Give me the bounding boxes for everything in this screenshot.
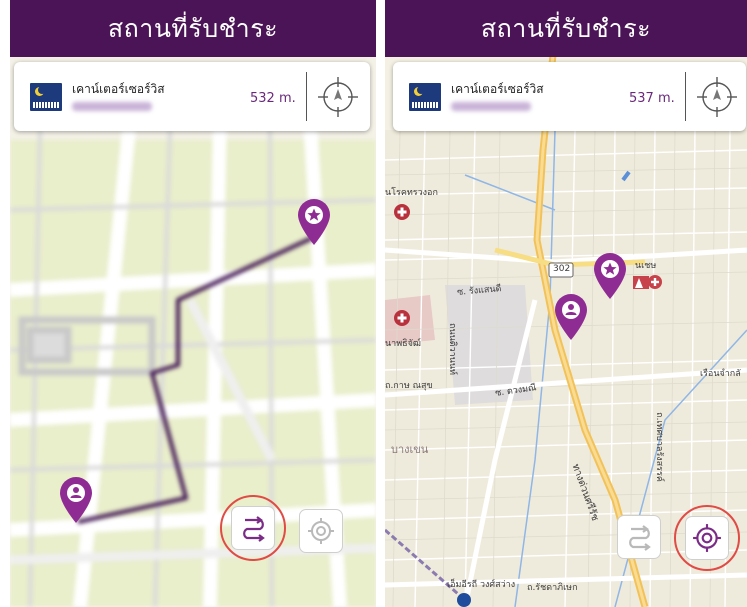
- service-distance: 537 m.: [629, 91, 675, 106]
- locate-me-button[interactable]: [685, 516, 729, 560]
- service-card[interactable]: เคาน์เตอร์เซอร์วิส 537 m.: [393, 62, 746, 131]
- compass-icon[interactable]: [317, 76, 359, 118]
- map-label-village: เอ็มอีรถี วงศ์สว่าง: [447, 580, 516, 590]
- card-divider: [685, 72, 686, 121]
- user-location-pin[interactable]: [553, 293, 589, 341]
- counter-service-logo: [409, 83, 441, 111]
- route-button[interactable]: [231, 506, 275, 550]
- service-name: เคาน์เตอร์เซอร์วิส: [72, 82, 165, 96]
- map-label-home: เรือนจำกลั: [700, 369, 741, 379]
- locate-map-screen: นโรคทรวงอก 302 นเชษ ซ. รังแสนดี ซ. ดวงมณ…: [385, 0, 747, 607]
- route-swap-icon: [243, 516, 265, 542]
- map-label-hospital: นโรคทรวงอก: [385, 188, 438, 198]
- service-card[interactable]: เคาน์เตอร์เซอร์วิส 532 m.: [14, 62, 370, 131]
- map-label-road-302: 302: [553, 264, 571, 274]
- map-label-bangkhen: บางเขน: [391, 443, 429, 456]
- card-divider: [306, 72, 307, 121]
- map-label-tiwanon: ถนนติวานนท์: [446, 323, 457, 375]
- destination-star-pin[interactable]: [592, 252, 628, 300]
- counter-service-logo: [30, 83, 62, 111]
- route-button[interactable]: [617, 515, 661, 559]
- crosshair-icon: [693, 524, 721, 552]
- locate-me-button[interactable]: [299, 509, 343, 553]
- service-branch-blurred: [451, 102, 531, 111]
- map-label-hospital2: นาพธิจัฒ์: [385, 339, 422, 349]
- destination-star-pin[interactable]: [296, 198, 332, 246]
- route-map-screen: สถานที่รับชำระ เคาน์เตอร์เซอร์วิส 532 m.: [10, 0, 376, 607]
- user-location-pin[interactable]: [58, 476, 94, 524]
- page-title: สถานที่รับชำระ: [10, 0, 376, 57]
- map-label-temple: ถ.รัชดาภิเษก: [527, 583, 578, 593]
- map-label-kaset: ถ.กาษ ณสุข: [385, 381, 433, 391]
- service-distance: 532 m.: [250, 91, 296, 106]
- map-label-bangsue: ถ.เทศบาลรังสรรค์: [653, 412, 664, 482]
- compass-icon[interactable]: [696, 76, 738, 118]
- crosshair-icon: [308, 518, 334, 544]
- route-swap-icon: [629, 525, 651, 551]
- map-label-mall: นเชษ: [635, 261, 657, 271]
- service-name: เคาน์เตอร์เซอร์วิส: [451, 82, 544, 96]
- service-branch-blurred: [72, 102, 152, 111]
- page-title: สถานที่รับชำระ: [385, 0, 747, 57]
